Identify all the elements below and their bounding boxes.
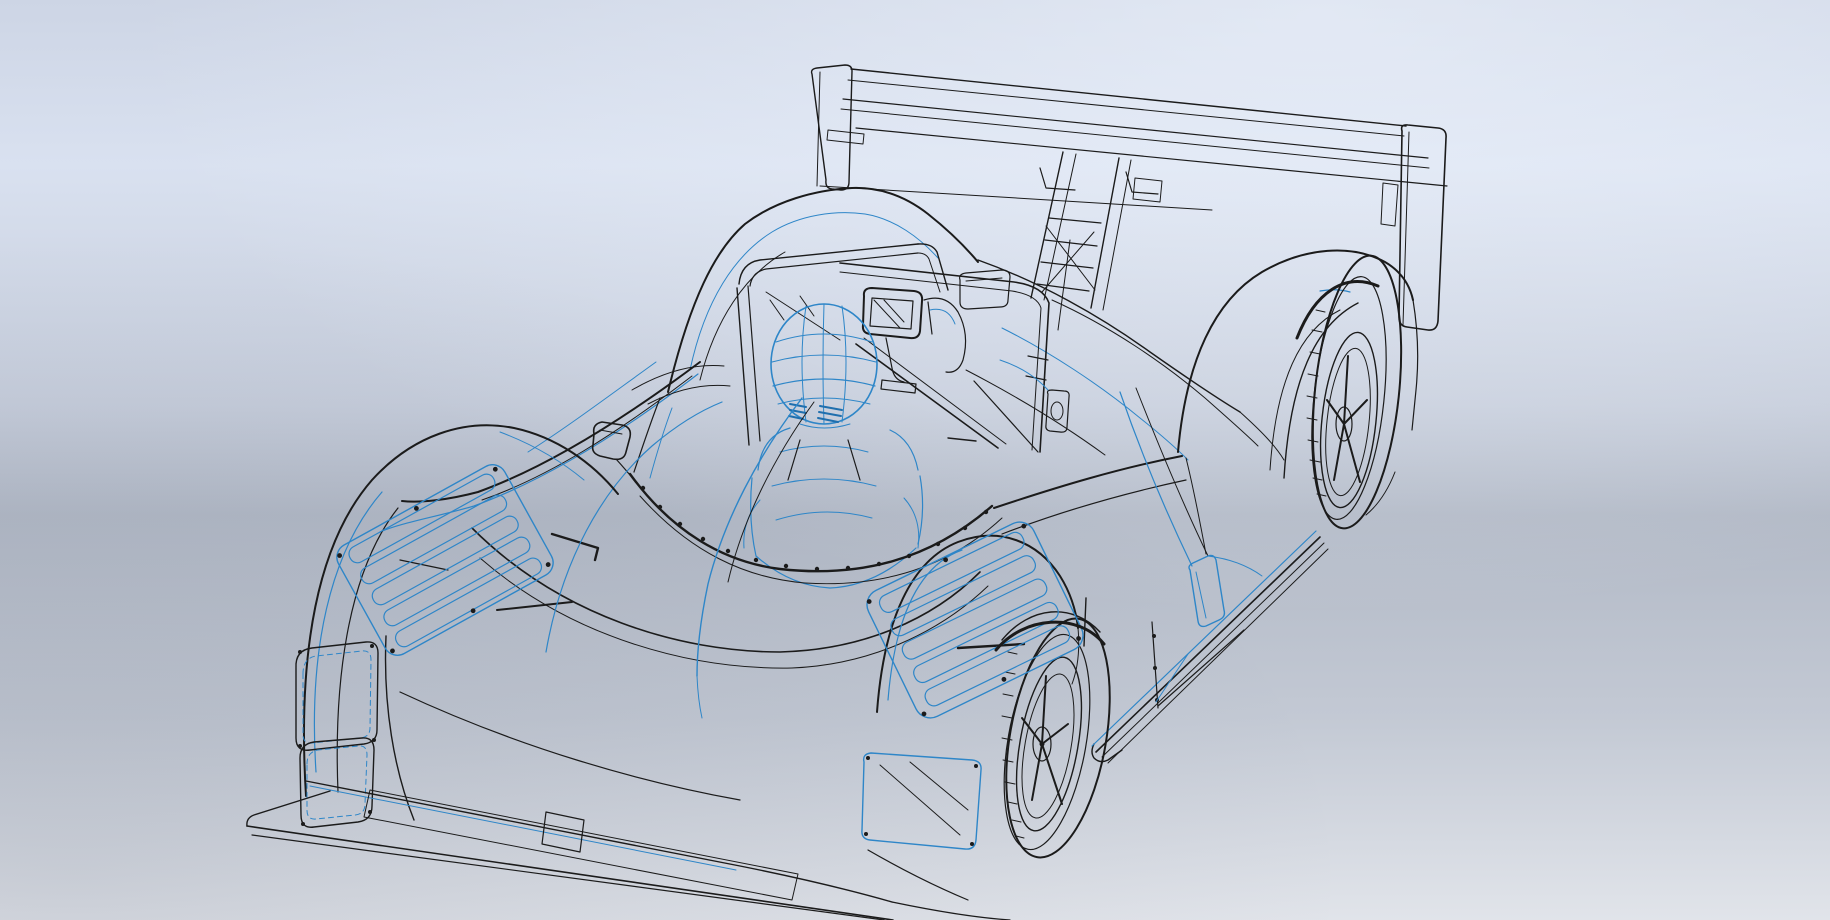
cad-viewport[interactable] — [0, 0, 1830, 920]
viewport-canvas — [0, 0, 1830, 920]
